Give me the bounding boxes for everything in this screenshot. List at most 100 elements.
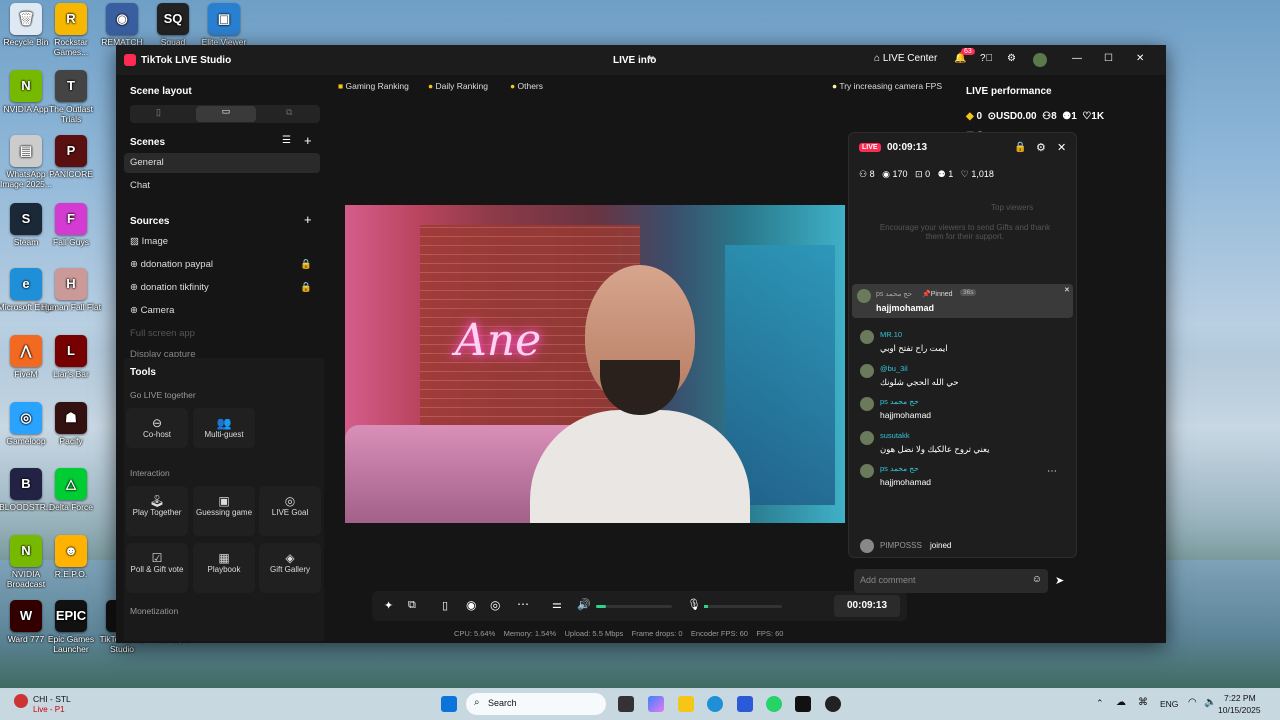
gaming-ranking-chip[interactable]: ■ Gaming Ranking [334, 79, 413, 93]
emoji-icon[interactable]: ☺ [1032, 574, 1042, 585]
others-chip[interactable]: ● Others [506, 79, 547, 93]
scene-general[interactable]: General [124, 153, 320, 173]
multi-guest-tile[interactable]: 👥 Multi-guest [193, 408, 255, 448]
left-panel: Scene layout ▯ ▭ ⧉ Scenes ☰ + General Ch… [124, 75, 324, 641]
scene-layout-title: Scene layout [130, 86, 192, 97]
lock-icon[interactable]: 🔒 [1014, 142, 1026, 153]
add-scene-icon[interactable]: + [304, 133, 312, 148]
source-camera[interactable]: ⊕ Camera [124, 301, 320, 321]
chat-message[interactable]: MR.10 ايمت راح تفتح اوبي [849, 326, 1076, 358]
language-indicator[interactable]: ENG [1160, 699, 1178, 709]
speaker-icon[interactable]: 🔊 [577, 598, 591, 611]
people-icon: 👥 [216, 416, 232, 430]
source-donation-tikfinity[interactable]: ⊕ donation tikfinity 🔒 [124, 278, 320, 298]
weather-icon[interactable] [14, 694, 28, 708]
desktop-icon[interactable]: T The Outlast Trials [41, 70, 101, 124]
close-pinned-icon[interactable]: ✕ [1064, 286, 1070, 294]
chevron-up-icon[interactable]: ⌃ [1096, 698, 1104, 709]
store-icon[interactable] [737, 696, 753, 712]
chat-text: ايمت راح تفتح اوبي [880, 343, 948, 353]
magic-wand-icon[interactable]: ✦ [384, 599, 393, 612]
task-view-icon[interactable] [618, 696, 634, 712]
whatsapp-icon[interactable] [766, 696, 782, 712]
search-box[interactable]: ⌕ Search [466, 693, 606, 715]
more-icon[interactable]: ⋯ [517, 597, 529, 611]
edge-icon[interactable] [707, 696, 723, 712]
clock-date[interactable]: 10/15/2025 [1218, 705, 1261, 715]
source-image[interactable]: ▨ Image [124, 232, 320, 252]
source-display-capture[interactable]: Display capture [124, 345, 320, 357]
desktop-icon[interactable]: ☻ R.E.P.O. [41, 535, 101, 579]
daily-ranking-chip[interactable]: ● Daily Ranking [424, 79, 492, 93]
scene-chat[interactable]: Chat [124, 176, 320, 196]
wifi-icon[interactable]: ◠ [1188, 697, 1197, 708]
close-button[interactable]: ✕ [1136, 53, 1144, 64]
tiktok-icon[interactable] [795, 696, 811, 712]
cloud-icon[interactable]: ☁ [1116, 697, 1126, 708]
maximize-button[interactable]: ☐ [1104, 53, 1113, 64]
dual-layout-icon[interactable]: ⧉ [286, 107, 292, 118]
gift-gallery-tile[interactable]: ◈ Gift Gallery [259, 543, 321, 593]
live-center-button[interactable]: ⌂ LIVE Center [874, 53, 937, 64]
speaker-volume-slider[interactable] [596, 605, 672, 608]
co-host-tile[interactable]: ⊖ Co-host [126, 408, 188, 448]
popup-gifts: 0 [925, 169, 931, 179]
camera-fps-tip[interactable]: ● Try increasing camera FPS [828, 79, 946, 93]
tip-label: Try increasing camera FPS [839, 81, 943, 91]
chat-message[interactable]: @bu_3il حي الله الحجي شلونك [849, 360, 1076, 392]
settings-gear-icon[interactable]: ⚙ [1007, 53, 1016, 64]
app-icon: L [55, 335, 87, 367]
close-popup-icon[interactable]: ✕ [1057, 141, 1066, 154]
app-icon[interactable] [825, 696, 841, 712]
help-icon[interactable]: ?⃝ [980, 53, 993, 64]
landscape-layout-icon[interactable]: ▭ [196, 106, 256, 122]
desktop-icon[interactable]: F Fall Guys [41, 203, 101, 247]
chat-message[interactable]: susutakk يعني تروح عالكيك ولا نضل هون [849, 427, 1076, 459]
share-icon[interactable]: ➦ [647, 53, 655, 64]
desktop-icon[interactable]: ▣ Elite Viewer [194, 3, 254, 47]
desktop-icon-label: Fall Guys [53, 237, 89, 247]
avatar[interactable] [1033, 53, 1047, 67]
file-explorer-icon[interactable] [678, 696, 694, 712]
chat-message[interactable]: ps حج محمد hajjmohamad ⋯ [849, 460, 1076, 492]
desktop-icon[interactable]: ☗ Pacify [41, 402, 101, 446]
stream-preview[interactable]: Ane [345, 205, 845, 523]
phone-icon[interactable]: ▯ [442, 599, 448, 612]
source-full-screen-app[interactable]: Full screen app [124, 324, 320, 344]
mic-volume-slider[interactable] [704, 605, 782, 608]
live-goal-tile[interactable]: ◎ LIVE Goal [259, 486, 321, 536]
add-source-icon[interactable]: + [304, 212, 312, 227]
guessing-game-tile[interactable]: ▣ Guessing game [193, 486, 255, 536]
play-together-tile[interactable]: 🕹 Play Together [126, 486, 188, 536]
interaction-label: Interaction [130, 468, 170, 478]
desktop-icon[interactable]: △ Delta Force [41, 468, 101, 512]
portrait-layout-icon[interactable]: ▯ [156, 107, 161, 118]
list-icon[interactable]: ☰ [282, 135, 291, 146]
pinned-message[interactable]: ps حج محمد 📌Pinned 36s ✕ hajjmohamad [852, 284, 1073, 318]
start-icon[interactable] [441, 696, 457, 712]
source-ddonation-paypal[interactable]: ⊕ ddonation paypal 🔒 [124, 255, 320, 275]
poll-gift-tile[interactable]: ☑ Poll & Gift vote [126, 543, 188, 593]
copilot-icon[interactable] [648, 696, 664, 712]
send-icon[interactable]: ➤ [1055, 574, 1064, 587]
chat-message[interactable]: ps حج محمد hajjmohamad [849, 393, 1076, 425]
lock-icon[interactable]: 🔒 [300, 278, 312, 298]
comment-input[interactable]: Add comment ☺ [854, 569, 1048, 593]
playbook-tile[interactable]: ▦ Playbook [193, 543, 255, 593]
lock-icon[interactable]: 🔒 [300, 255, 312, 275]
settings-icon[interactable]: ⚙ [1036, 141, 1046, 154]
tiktok-logo-icon [124, 54, 136, 66]
minimize-button[interactable]: — [1072, 53, 1082, 64]
desktop-icon[interactable]: H Human Fall Flat [41, 268, 101, 312]
desktop-icon[interactable]: L Liar's Bar [41, 335, 101, 379]
screenshot-icon[interactable]: ◎ [490, 598, 500, 612]
record-icon[interactable]: ◉ [466, 598, 476, 612]
volume-icon[interactable]: 🔈 [1204, 697, 1216, 708]
desktop-icon[interactable]: P PANICORE [41, 135, 101, 179]
screen-add-icon[interactable]: ⧉ [408, 599, 416, 612]
clock-time[interactable]: 7:22 PM [1224, 693, 1256, 703]
microphone-icon[interactable]: 🎙 [687, 598, 701, 611]
network-icon[interactable]: ⌘ [1138, 697, 1148, 708]
sliders-icon[interactable]: ⚌ [552, 598, 562, 611]
more-icon[interactable]: ⋯ [1047, 466, 1057, 477]
